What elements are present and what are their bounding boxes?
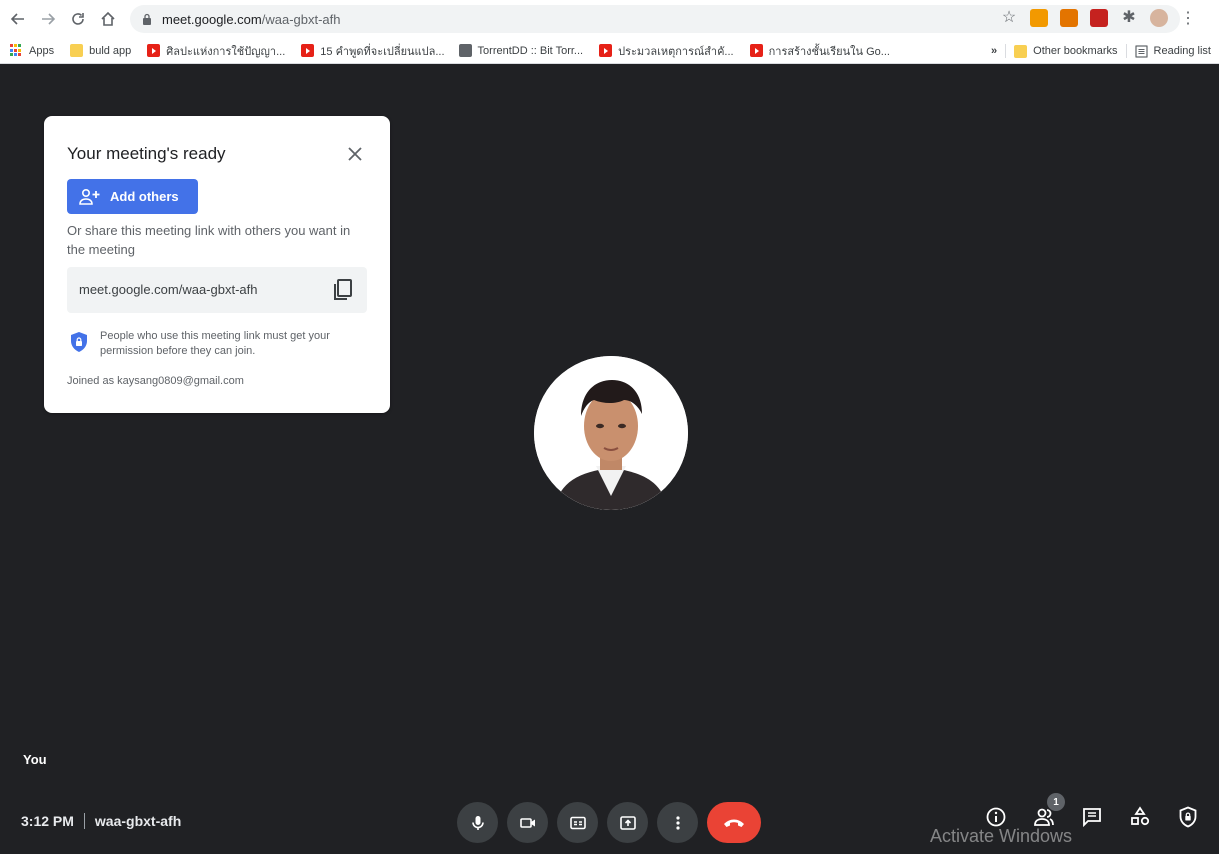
folder-icon xyxy=(1014,44,1028,58)
home-button[interactable] xyxy=(96,7,120,31)
bookmark-torrentdd[interactable]: TorrentDD :: Bit Torr... xyxy=(458,44,584,57)
meeting-code: waa-gbxt-afh xyxy=(94,813,182,829)
globe-icon xyxy=(458,44,472,57)
add-others-label: Add others xyxy=(110,189,179,204)
extension-a-icon[interactable] xyxy=(1030,9,1048,27)
chat-icon xyxy=(1083,808,1101,828)
extension-b-icon[interactable] xyxy=(1060,9,1078,27)
meeting-link-box: meet.google.com/waa-gbxt-afh xyxy=(67,267,367,313)
reading-list[interactable]: Reading list xyxy=(1134,44,1211,58)
activities-button[interactable] xyxy=(1129,806,1153,830)
bookmark-label: buld app xyxy=(89,44,132,57)
activate-windows-watermark: Activate Windows xyxy=(930,826,1073,846)
bookmark-label: Other bookmarks xyxy=(1033,45,1118,57)
info-icon xyxy=(986,807,1006,827)
bookmark-label: 15 คำพูดที่จะเปลี่ยนแปล... xyxy=(320,45,445,58)
reading-list-icon xyxy=(1134,44,1148,58)
shield-lock-icon xyxy=(71,332,87,352)
bookmark-youtube-3[interactable]: ประมวลเหตุการณ์สำคั... xyxy=(599,42,734,60)
forward-button[interactable] xyxy=(36,7,60,31)
more-vert-icon xyxy=(675,815,680,830)
meeting-ready-dialog: Your meeting's ready Add others Or share… xyxy=(44,116,390,413)
share-instructions: Or share this meeting link with others y… xyxy=(67,223,351,257)
bookmark-label: ศิลปะแห่งการใช้ปัญญา... xyxy=(166,45,286,58)
present-screen-button[interactable] xyxy=(607,802,648,843)
chat-button[interactable] xyxy=(1081,806,1105,830)
puzzle-icon[interactable]: ✱ xyxy=(1120,9,1138,27)
bookmark-label: Apps xyxy=(29,44,55,57)
extension-icons: ☆ ✱ ⋮ xyxy=(1000,8,1196,28)
bookmark-youtube-2[interactable]: 15 คำพูดที่จะเปลี่ยนแปล... xyxy=(301,42,445,60)
profile-avatar[interactable] xyxy=(1150,9,1168,27)
bookmark-buld-app[interactable]: buld app xyxy=(70,44,131,57)
bookmark-label: การสร้างชั้นเรียนใน Go... xyxy=(768,45,890,58)
bookmark-youtube-4[interactable]: การสร้างชั้นเรียนใน Go... xyxy=(749,42,890,60)
extension-c-icon[interactable] xyxy=(1090,9,1108,27)
menu-icon[interactable]: ⋮ xyxy=(1180,8,1196,28)
url-host: meet.google.com xyxy=(162,11,262,27)
meeting-details: 3:12 PM waa-gbxt-afh xyxy=(21,813,181,829)
more-options-button[interactable] xyxy=(657,802,698,843)
add-person-icon xyxy=(79,188,100,205)
leave-call-button[interactable] xyxy=(707,802,761,843)
reading-list-label: Reading list xyxy=(1153,45,1211,57)
bookmarks-bar: Apps buld app ศิลปะแห่งการใช้ปัญญา... 15… xyxy=(0,38,1219,64)
present-icon xyxy=(619,815,636,830)
microphone-icon xyxy=(471,815,484,830)
meeting-link: meet.google.com/waa-gbxt-afh xyxy=(79,282,258,297)
participants-count-badge: 1 xyxy=(1047,793,1065,811)
browser-toolbar: meet.google.com/waa-gbxt-afh ☆ ✱ ⋮ xyxy=(0,0,1219,38)
url-path: /waa-gbxt-afh xyxy=(261,11,341,27)
close-icon[interactable] xyxy=(344,143,366,165)
bookmark-label: ประมวลเหตุการณ์สำคั... xyxy=(618,45,734,58)
hang-up-icon xyxy=(724,819,744,827)
camera-icon xyxy=(519,817,535,828)
joined-as: Joined as kaysang0809@gmail.com xyxy=(67,375,244,387)
bookmarks-overflow-button[interactable]: » xyxy=(991,45,997,57)
activities-icon xyxy=(1131,806,1150,826)
current-time: 3:12 PM xyxy=(21,813,74,829)
bookmark-apps[interactable]: Apps xyxy=(10,44,54,57)
call-controls xyxy=(457,802,761,843)
self-tile-label: You xyxy=(23,752,47,767)
back-button[interactable] xyxy=(6,7,30,31)
youtube-icon xyxy=(749,44,763,57)
divider xyxy=(1005,44,1007,58)
bookmark-other[interactable]: Other bookmarks xyxy=(1014,44,1118,58)
captions-button[interactable] xyxy=(557,802,598,843)
add-others-button[interactable]: Add others xyxy=(67,179,198,214)
dialog-title: Your meeting's ready xyxy=(67,144,226,163)
apps-grid-icon xyxy=(10,44,23,57)
user-photo xyxy=(534,356,688,510)
bookmark-youtube-1[interactable]: ศิลปะแห่งการใช้ปัญญา... xyxy=(147,42,285,60)
divider xyxy=(1125,44,1127,58)
divider xyxy=(83,813,85,829)
camera-button[interactable] xyxy=(507,802,548,843)
star-icon[interactable]: ☆ xyxy=(1000,9,1018,27)
shield-lock-icon xyxy=(1179,806,1197,828)
bookmark-label: TorrentDD :: Bit Torr... xyxy=(477,44,584,57)
captions-icon xyxy=(569,816,586,829)
permission-notice: People who use this meeting link must ge… xyxy=(100,330,330,357)
youtube-icon xyxy=(599,44,613,57)
reload-button[interactable] xyxy=(66,7,90,31)
user-avatar xyxy=(534,356,688,510)
host-controls-button[interactable] xyxy=(1177,806,1201,830)
lock-icon xyxy=(143,13,151,25)
youtube-icon xyxy=(301,44,315,57)
youtube-icon xyxy=(147,44,161,57)
microphone-button[interactable] xyxy=(457,802,498,843)
bookmarks-right: » Other bookmarks Reading list xyxy=(991,38,1211,64)
folder-icon xyxy=(70,44,84,57)
copy-icon[interactable] xyxy=(332,278,354,302)
